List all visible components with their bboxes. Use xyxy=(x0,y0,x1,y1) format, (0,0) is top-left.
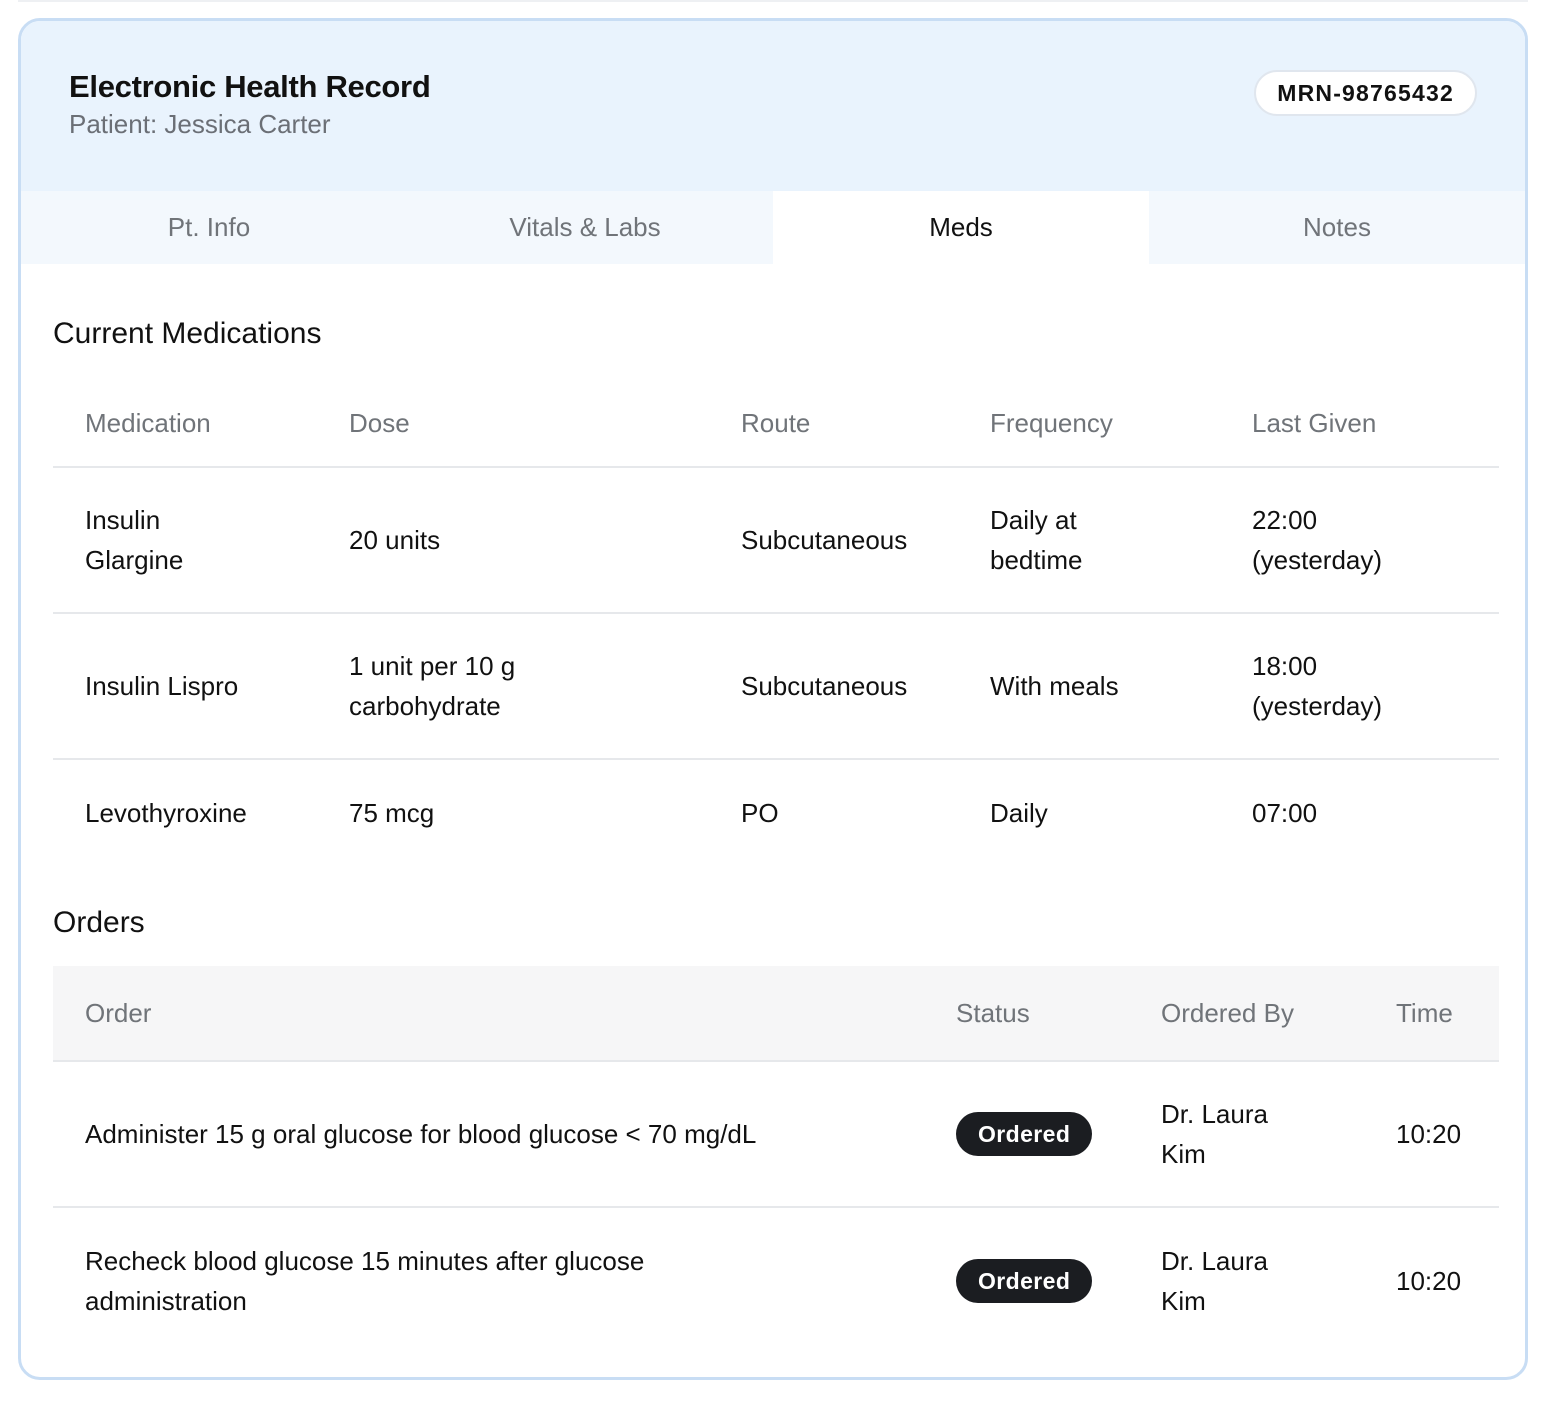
medication-frequency: Daily at bedtime xyxy=(958,467,1220,614)
order-row[interactable]: Recheck blood glucose 15 minutes after g… xyxy=(53,1207,1499,1353)
order-time: 10:20 xyxy=(1396,1265,1462,1296)
order-description: Recheck blood glucose 15 minutes after g… xyxy=(53,1207,924,1353)
col-header-status: Status xyxy=(924,966,1129,1062)
medication-name: Levothyroxine xyxy=(85,798,247,828)
order-description: Administer 15 g oral glucose for blood g… xyxy=(53,1061,924,1208)
medication-row[interactable]: Insulin Lispro 1 unit per 10 g carbohydr… xyxy=(53,613,1499,760)
medication-dose: 75 mcg xyxy=(349,798,435,828)
medication-frequency-text: Daily at bedtime xyxy=(990,505,1083,575)
order-status: Ordered xyxy=(924,1061,1129,1208)
medication-dose: 1 unit per 10 g carbohydrate xyxy=(317,613,709,760)
medication-name: Insulin Glargine xyxy=(53,467,317,614)
tab-vitals-labs[interactable]: Vitals & Labs xyxy=(397,191,773,264)
medications-table: Medication Dose Route Frequency Last Giv… xyxy=(53,380,1499,866)
col-header-dose: Dose xyxy=(317,380,709,468)
medication-last-given-text: 22:00 (yesterday) xyxy=(1252,505,1383,575)
order-time: 10:20 xyxy=(1364,1061,1499,1208)
medication-dose: 20 units xyxy=(317,467,709,614)
medication-last-given: 22:00 (yesterday) xyxy=(1220,467,1499,614)
ordered-by-text: Dr. Laura Kim xyxy=(1161,1099,1268,1169)
col-header-frequency: Frequency xyxy=(958,380,1220,468)
orders-header-row: Order Status Ordered By Time xyxy=(53,966,1499,1062)
medication-row[interactable]: Levothyroxine 75 mcg PO Daily 07:00 xyxy=(53,759,1499,866)
medications-header-row: Medication Dose Route Frequency Last Giv… xyxy=(53,380,1499,468)
orders-heading: Orders xyxy=(53,906,145,939)
order-description-text: Recheck blood glucose 15 minutes after g… xyxy=(85,1245,645,1316)
col-header-ordered-by: Ordered By xyxy=(1129,966,1364,1062)
current-medications-heading: Current Medications xyxy=(53,317,322,350)
order-status: Ordered xyxy=(924,1207,1129,1353)
ehr-card: Electronic Health Record Patient: Jessic… xyxy=(18,18,1528,1380)
order-row[interactable]: Administer 15 g oral glucose for blood g… xyxy=(53,1061,1499,1208)
tab-meds[interactable]: Meds xyxy=(773,191,1149,264)
col-header-medication: Medication xyxy=(53,380,317,468)
status-badge: Ordered xyxy=(956,1112,1093,1156)
medication-last-given-text: 18:00 (yesterday) xyxy=(1252,651,1383,721)
col-header-order: Order xyxy=(53,966,924,1062)
medication-route: Subcutaneous xyxy=(709,613,958,760)
tab-notes[interactable]: Notes xyxy=(1149,191,1525,264)
order-ordered-by: Dr. Laura Kim xyxy=(1129,1207,1364,1353)
status-badge: Ordered xyxy=(956,1258,1093,1303)
top-divider xyxy=(18,0,1528,2)
mrn-badge: MRN-98765432 xyxy=(1254,70,1477,116)
card-header: Electronic Health Record Patient: Jessic… xyxy=(21,21,1525,191)
orders-table: Order Status Ordered By Time Administer … xyxy=(53,966,1499,1353)
tab-pt-info[interactable]: Pt. Info xyxy=(21,191,397,264)
medication-name-text: Insulin Glargine xyxy=(85,505,184,575)
medication-dose-text: 1 unit per 10 g carbohydrate xyxy=(349,651,516,721)
medication-last-given: 07:00 xyxy=(1252,798,1318,828)
medication-name: Insulin Lispro xyxy=(53,613,317,760)
col-header-last-given: Last Given xyxy=(1220,380,1499,468)
ordered-by-text: Dr. Laura Kim xyxy=(1161,1245,1268,1316)
app-title: Electronic Health Record xyxy=(69,69,431,104)
medication-route: PO xyxy=(741,798,779,828)
tab-bar: Pt. Info Vitals & Labs Meds Notes xyxy=(21,191,1525,264)
medication-frequency: With meals xyxy=(958,613,1220,760)
medication-frequency: Daily xyxy=(990,798,1048,828)
col-header-route: Route xyxy=(709,380,958,468)
col-header-time: Time xyxy=(1364,966,1499,1062)
order-ordered-by: Dr. Laura Kim xyxy=(1129,1061,1364,1208)
patient-name: Patient: Jessica Carter xyxy=(69,109,331,139)
medication-last-given: 18:00 (yesterday) xyxy=(1220,613,1499,760)
medication-route: Subcutaneous xyxy=(709,467,958,614)
medication-row[interactable]: Insulin Glargine 20 units Subcutaneous D… xyxy=(53,467,1499,614)
